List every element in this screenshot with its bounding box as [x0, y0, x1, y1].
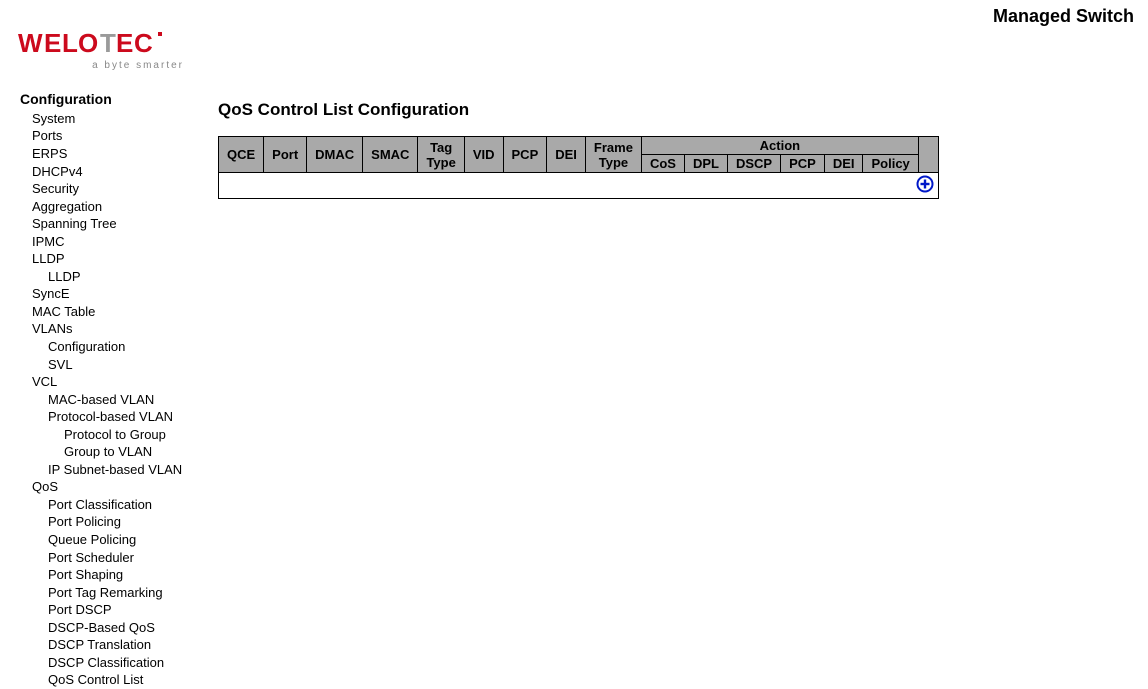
sidebar-item[interactable]: Ports [20, 127, 210, 145]
column-header: SMAC [363, 137, 418, 173]
sidebar-item[interactable]: Port Policing [20, 513, 210, 531]
column-header: DEI [824, 155, 863, 173]
column-header-blank [918, 137, 939, 173]
plus-circle-icon [916, 175, 934, 193]
qcl-add-row-cell [219, 173, 939, 199]
sidebar-item[interactable]: Protocol to Group [20, 426, 210, 444]
sidebar-item[interactable]: ERPS [20, 145, 210, 163]
column-header: TagType [418, 137, 464, 173]
sidebar-item[interactable]: VCL [20, 373, 210, 391]
sidebar-item[interactable]: Group to VLAN [20, 443, 210, 461]
column-header: Port [264, 137, 307, 173]
sidebar-item[interactable]: DSCP Translation [20, 636, 210, 654]
sidebar-item[interactable]: Aggregation [20, 198, 210, 216]
sidebar-item[interactable]: Port Scheduler [20, 549, 210, 567]
sidebar-heading: Configuration [20, 90, 210, 109]
main-content: QoS Control List Configuration QCEPortDM… [218, 100, 1138, 199]
column-group-header-action: Action [641, 137, 918, 155]
brand-logo: W E L O T E C a byte smarter [18, 28, 188, 71]
svg-text:O: O [78, 28, 98, 58]
column-header: FrameType [585, 137, 641, 173]
sidebar-item[interactable]: System [20, 110, 210, 128]
page-title: QoS Control List Configuration [218, 100, 1138, 120]
sidebar-item[interactable]: DHCPv4 [20, 163, 210, 181]
add-qce-button[interactable] [916, 175, 934, 193]
sidebar-item[interactable]: Port DSCP [20, 601, 210, 619]
sidebar-item[interactable]: SyncE [20, 285, 210, 303]
svg-text:T: T [100, 28, 116, 58]
column-header: DSCP [727, 155, 780, 173]
column-header: PCP [503, 137, 547, 173]
sidebar-item[interactable]: IP Subnet-based VLAN [20, 461, 210, 479]
column-header: PCP [781, 155, 825, 173]
sidebar-item[interactable]: VLANs [20, 320, 210, 338]
sidebar-item[interactable]: LLDP [20, 268, 210, 286]
sidebar-item[interactable]: DSCP-Based QoS [20, 619, 210, 637]
sidebar-item[interactable]: QoS [20, 478, 210, 496]
sidebar-item[interactable]: Port Classification [20, 496, 210, 514]
sidebar-item[interactable]: SVL [20, 356, 210, 374]
sidebar-item[interactable]: Port Tag Remarking [20, 584, 210, 602]
sidebar-item[interactable]: Queue Policing [20, 531, 210, 549]
sidebar-item[interactable]: QoS Control List [20, 671, 210, 689]
sidebar-item[interactable]: MAC-based VLAN [20, 391, 210, 409]
product-title: Managed Switch [993, 6, 1134, 27]
qcl-table: QCEPortDMACSMACTagTypeVIDPCPDEIFrameType… [218, 136, 939, 199]
svg-text:W: W [18, 28, 43, 58]
sidebar-item[interactable]: Configuration [20, 338, 210, 356]
sidebar-item[interactable]: Protocol-based VLAN [20, 408, 210, 426]
column-header: Policy [863, 155, 918, 173]
sidebar-item[interactable]: IPMC [20, 233, 210, 251]
sidebar-item[interactable]: Port Shaping [20, 566, 210, 584]
svg-text:C: C [134, 28, 153, 58]
column-header: CoS [641, 155, 684, 173]
brand-tagline: a byte smarter [18, 60, 188, 71]
svg-text:E: E [116, 28, 133, 58]
sidebar-item[interactable]: DSCP Classification [20, 654, 210, 672]
column-header: VID [464, 137, 503, 173]
sidebar-item[interactable]: LLDP [20, 250, 210, 268]
svg-text:L: L [62, 28, 78, 58]
column-header: DMAC [307, 137, 363, 173]
sidebar-item[interactable]: Spanning Tree [20, 215, 210, 233]
sidebar-item[interactable]: Security [20, 180, 210, 198]
sidebar-item[interactable]: MAC Table [20, 303, 210, 321]
column-header: DPL [684, 155, 727, 173]
column-header: QCE [219, 137, 264, 173]
sidebar-nav: Configuration SystemPortsERPSDHCPv4Secur… [20, 90, 210, 689]
svg-text:E: E [44, 28, 61, 58]
column-header: DEI [547, 137, 586, 173]
